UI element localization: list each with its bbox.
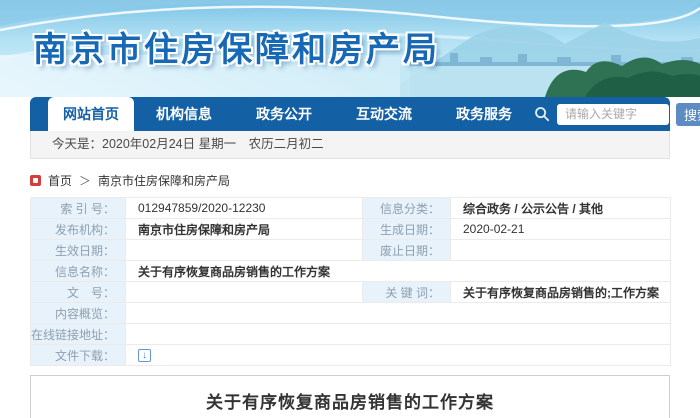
info-category-label: 信息分类： <box>363 198 451 219</box>
online-link-value <box>126 324 671 345</box>
created-date-value: 2020-02-21 <box>451 219 671 240</box>
doc-number-label: 文 号： <box>31 282 126 303</box>
keywords-label: 关 键 词： <box>363 282 451 303</box>
download-icon[interactable]: ↓ <box>138 349 151 362</box>
index-number-label: 索 引 号： <box>31 198 126 219</box>
search-button[interactable]: 搜索 <box>676 103 700 126</box>
breadcrumb: 首页 ＞ 南京市住房保障和房产局 <box>30 173 670 187</box>
breadcrumb-marker-icon <box>30 175 41 186</box>
issuing-agency-label: 发布机构： <box>31 219 126 240</box>
file-download-label: 文件下载： <box>31 345 126 366</box>
effective-date-label: 生效日期： <box>31 240 126 261</box>
effective-date-value <box>126 240 363 261</box>
breadcrumb-current: 南京市住房保障和房产局 <box>98 172 230 189</box>
keywords-value: 关于有序恢复商品房销售的;工作方案 <box>451 282 671 303</box>
content-overview-value <box>126 303 671 324</box>
doc-number-value <box>126 282 363 303</box>
table-row: 发布机构： 南京市住房保障和房产局 生成日期： 2020-02-21 <box>31 219 671 240</box>
tab-gov-service[interactable]: 政务服务 <box>434 97 534 131</box>
tab-org-info[interactable]: 机构信息 <box>134 97 234 131</box>
tab-gov-open[interactable]: 政务公开 <box>234 97 334 131</box>
info-title-value: 关于有序恢复商品房销售的工作方案 <box>126 261 671 282</box>
table-row: 内容概览： <box>31 303 671 324</box>
table-row: 文 号： 关 键 词： 关于有序恢复商品房销售的;工作方案 <box>31 282 671 303</box>
tab-home[interactable]: 网站首页 <box>48 97 134 131</box>
article-panel: 关于有序恢复商品房销售的工作方案 <box>30 375 670 418</box>
content-overview-label: 内容概览： <box>31 303 126 324</box>
search-input[interactable] <box>557 104 669 125</box>
file-download-cell: ↓ <box>126 345 671 366</box>
search-icon <box>534 106 550 122</box>
table-row: 索 引 号： 012947859/2020-12230 信息分类： 综合政务 /… <box>31 198 671 219</box>
site-title: 南京市住房保障和房产局 <box>33 22 440 71</box>
info-title-label: 信息名称： <box>31 261 126 282</box>
table-row: 信息名称： 关于有序恢复商品房销售的工作方案 <box>31 261 671 282</box>
issuing-agency-value: 南京市住房保障和房产局 <box>126 219 363 240</box>
created-date-label: 生成日期： <box>363 219 451 240</box>
article-title: 关于有序恢复商品房销售的工作方案 <box>31 388 669 413</box>
tab-interaction[interactable]: 互动交流 <box>334 97 434 131</box>
index-number-value: 012947859/2020-12230 <box>126 198 363 219</box>
table-row: 文件下载： ↓ <box>31 345 671 366</box>
breadcrumb-separator: ＞ <box>79 172 91 189</box>
document-info-table: 索 引 号： 012947859/2020-12230 信息分类： 综合政务 /… <box>30 197 671 366</box>
table-row: 在线链接地址： <box>31 324 671 345</box>
site-banner: 南京市住房保障和房产局 <box>0 0 700 97</box>
breadcrumb-home-link[interactable]: 首页 <box>48 172 72 189</box>
online-link-label: 在线链接地址： <box>31 324 126 345</box>
main-nav: 网站首页 机构信息 政务公开 互动交流 政务服务 搜索 <box>30 97 670 131</box>
info-category-value: 综合政务 / 公示公告 / 其他 <box>451 198 671 219</box>
expiry-date-value <box>451 240 671 261</box>
date-bar: 今天是：2020年02月24日 星期一 农历二月初二 <box>30 131 670 159</box>
table-row: 生效日期： 废止日期： <box>31 240 671 261</box>
search-box: 搜索 <box>534 103 700 126</box>
expiry-date-label: 废止日期： <box>363 240 451 261</box>
